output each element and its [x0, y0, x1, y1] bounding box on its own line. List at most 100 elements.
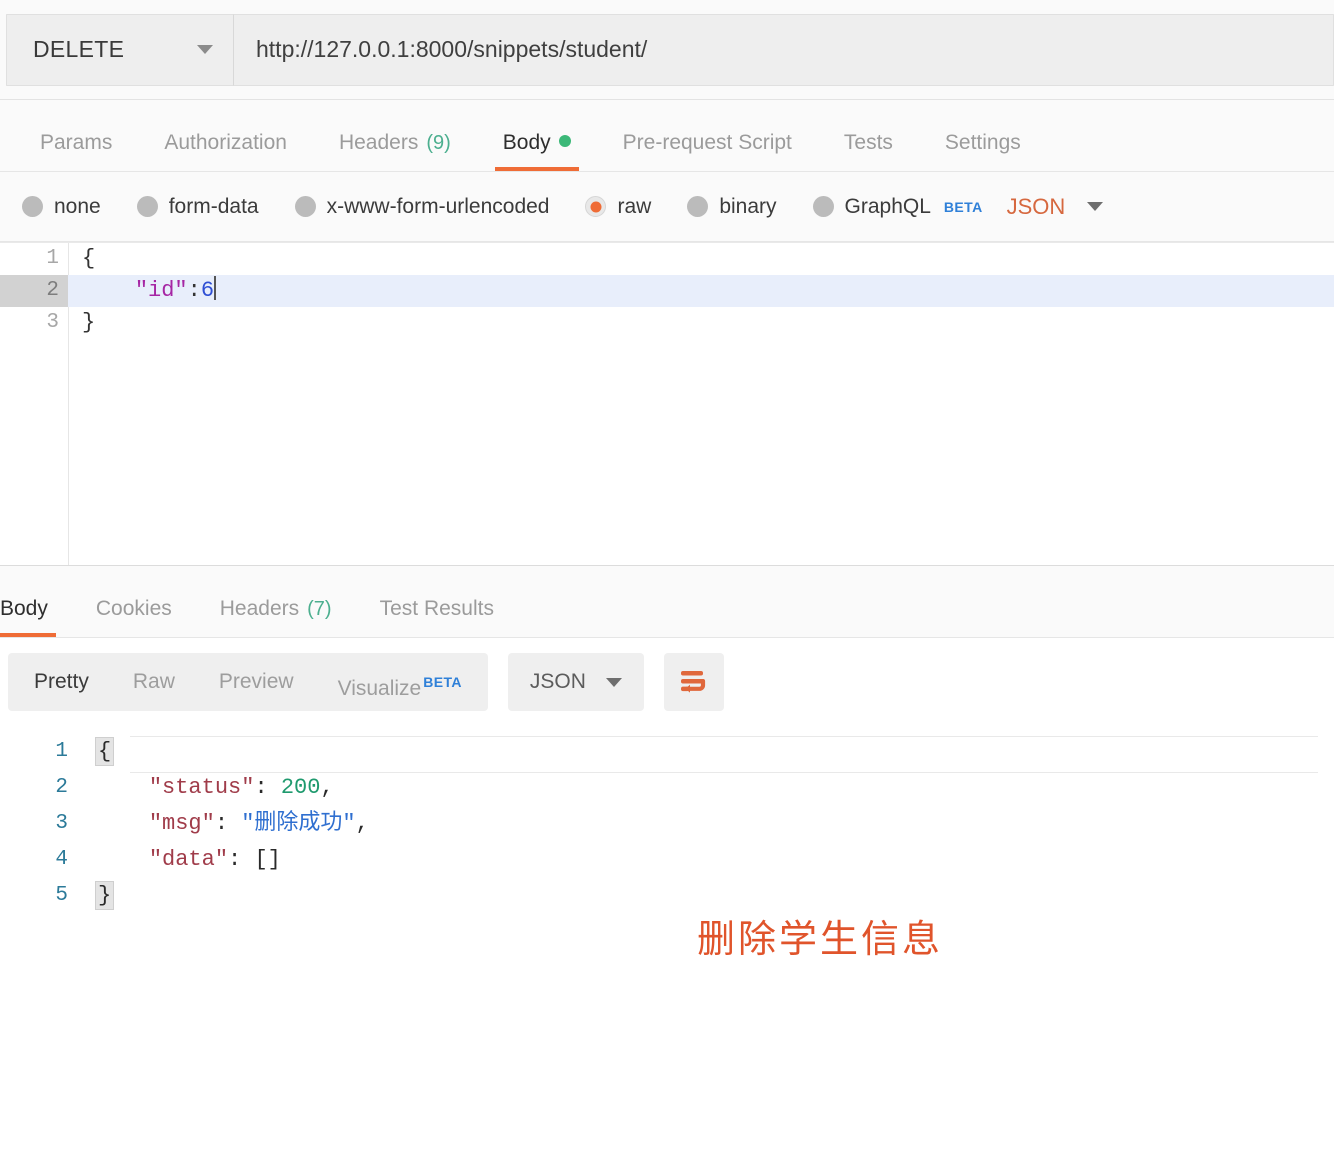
- response-tab-headers[interactable]: Headers (7): [196, 597, 356, 637]
- tab-body-label: Body: [502, 131, 551, 154]
- response-tab-bar: Body Cookies Headers (7) Test Results: [0, 566, 1334, 638]
- tab-tests[interactable]: Tests: [818, 131, 919, 171]
- response-code-text-3: "msg": "删除成功",: [96, 806, 369, 842]
- view-mode-visualize[interactable]: Visualize BETA: [316, 653, 484, 711]
- view-mode-preview-label: Preview: [218, 670, 294, 693]
- json-value: []: [254, 847, 281, 872]
- radio-selected-icon: [585, 196, 607, 217]
- response-tab-headers-label: Headers: [219, 597, 300, 620]
- request-code-line-1[interactable]: 1 {: [0, 243, 1334, 275]
- view-mode-preview[interactable]: Preview: [197, 653, 316, 711]
- line-number: 4: [55, 848, 68, 871]
- json-sep: :: [228, 847, 255, 872]
- visualize-beta-badge: BETA: [423, 674, 462, 690]
- request-code-text-3: }: [82, 310, 96, 335]
- text-cursor: [214, 276, 217, 300]
- json-value: "删除成功": [241, 811, 356, 836]
- body-type-radio-group: none form-data x-www-form-urlencoded raw…: [0, 172, 1334, 242]
- json-key: "status": [148, 775, 255, 800]
- response-body-viewer[interactable]: 1 { 2 "status": 200, 3 "msg": "删除成功", 4 …: [0, 726, 1334, 1026]
- json-value: 6: [200, 278, 215, 303]
- word-wrap-icon: [680, 671, 706, 693]
- response-code-line-4: 4 "data": []: [0, 842, 1334, 878]
- tab-headers-label: Headers: [338, 131, 419, 154]
- body-type-raw-label: raw: [617, 194, 652, 218]
- line-number: 3: [46, 311, 59, 334]
- response-format-select[interactable]: JSON: [507, 653, 644, 711]
- graphql-beta-badge: BETA: [943, 198, 983, 215]
- body-type-graphql-label: GraphQL: [844, 194, 931, 218]
- chevron-down-icon: [1087, 202, 1104, 211]
- request-code-text-1: {: [82, 246, 96, 271]
- response-tab-test-results[interactable]: Test Results: [356, 597, 518, 637]
- body-type-none-label: none: [54, 194, 101, 218]
- response-code-line-5: 5 }: [0, 878, 1334, 914]
- tab-headers[interactable]: Headers (9): [313, 131, 477, 171]
- tab-headers-count: (9): [426, 132, 451, 154]
- response-tab-body-label: Body: [0, 597, 48, 620]
- http-method-select[interactable]: DELETE: [6, 13, 234, 86]
- view-mode-visualize-label: Visualize: [337, 677, 422, 700]
- line-number: 1: [55, 740, 68, 763]
- json-key: "id": [134, 278, 188, 303]
- url-input[interactable]: http://127.0.0.1:8000/snippets/student/: [234, 13, 1334, 86]
- body-type-graphql[interactable]: GraphQL BETA: [812, 194, 983, 219]
- response-code-text-1: {: [94, 734, 115, 770]
- response-code-line-3: 3 "msg": "删除成功",: [0, 806, 1334, 842]
- view-mode-raw[interactable]: Raw: [111, 653, 197, 711]
- json-sep: :: [214, 811, 242, 836]
- radio-icon: [136, 196, 158, 217]
- response-tab-body[interactable]: Body: [0, 597, 72, 637]
- body-type-binary[interactable]: binary: [687, 194, 777, 219]
- body-type-urlencoded[interactable]: x-www-form-urlencoded: [294, 195, 549, 219]
- response-tab-test-results-label: Test Results: [379, 597, 494, 620]
- response-code-line-2: 2 "status": 200,: [0, 770, 1334, 806]
- request-tab-bar: Params Authorization Headers (9) Body Pr…: [0, 100, 1334, 172]
- json-key: "msg": [148, 811, 215, 836]
- radio-icon: [294, 196, 316, 217]
- response-view-mode-group: Pretty Raw Preview Visualize BETA: [8, 653, 488, 711]
- tab-settings-label: Settings: [944, 131, 1021, 154]
- body-type-form-data-label: form-data: [168, 194, 259, 218]
- tab-pre-request-script[interactable]: Pre-request Script: [597, 131, 818, 171]
- radio-icon: [687, 196, 709, 217]
- line-number: 5: [55, 884, 68, 907]
- json-tail: ,: [320, 775, 334, 800]
- line-number: 2: [0, 275, 68, 307]
- request-code-text-2: "id":6: [68, 275, 217, 307]
- request-code-line-3[interactable]: 3 }: [0, 307, 1334, 339]
- annotation-text: 删除学生信息: [697, 917, 944, 961]
- json-tail: ,: [355, 811, 369, 836]
- tab-params[interactable]: Params: [14, 131, 138, 171]
- response-code-text-4: "data": []: [96, 842, 281, 878]
- http-method-label: DELETE: [33, 36, 125, 62]
- body-type-raw[interactable]: raw: [585, 195, 651, 219]
- tab-pre-request-script-label: Pre-request Script: [622, 131, 792, 154]
- tab-settings[interactable]: Settings: [919, 131, 1047, 171]
- matching-bracket: }: [94, 881, 115, 910]
- tab-tests-label: Tests: [843, 131, 893, 154]
- raw-format-select[interactable]: JSON: [1007, 194, 1104, 220]
- word-wrap-button[interactable]: [663, 653, 724, 711]
- tab-authorization[interactable]: Authorization: [138, 131, 313, 171]
- json-value: 200: [280, 775, 321, 800]
- body-type-form-data[interactable]: form-data: [136, 194, 259, 219]
- body-present-dot-icon: [558, 135, 571, 147]
- request-body-editor[interactable]: 1 { 2 "id":6 3 }: [0, 242, 1334, 565]
- request-code-line-2[interactable]: 2 "id":6: [0, 275, 1334, 307]
- response-code-line-1: 1 {: [0, 734, 1334, 770]
- request-url-bar: DELETE http://127.0.0.1:8000/snippets/st…: [0, 0, 1334, 100]
- response-code-text-5: }: [94, 878, 115, 914]
- radio-icon: [812, 196, 834, 217]
- response-toolbar: Pretty Raw Preview Visualize BETA JSON: [0, 638, 1334, 726]
- tab-authorization-label: Authorization: [164, 131, 287, 154]
- response-tab-cookies[interactable]: Cookies: [72, 597, 196, 637]
- body-type-none[interactable]: none: [22, 195, 101, 219]
- matching-bracket: {: [94, 737, 115, 766]
- response-code-text-2: "status": 200,: [96, 770, 334, 806]
- view-mode-pretty[interactable]: Pretty: [12, 653, 111, 711]
- line-number: 1: [46, 247, 59, 270]
- chevron-down-icon: [605, 677, 622, 687]
- tab-body[interactable]: Body: [477, 131, 597, 171]
- body-type-binary-label: binary: [719, 194, 777, 218]
